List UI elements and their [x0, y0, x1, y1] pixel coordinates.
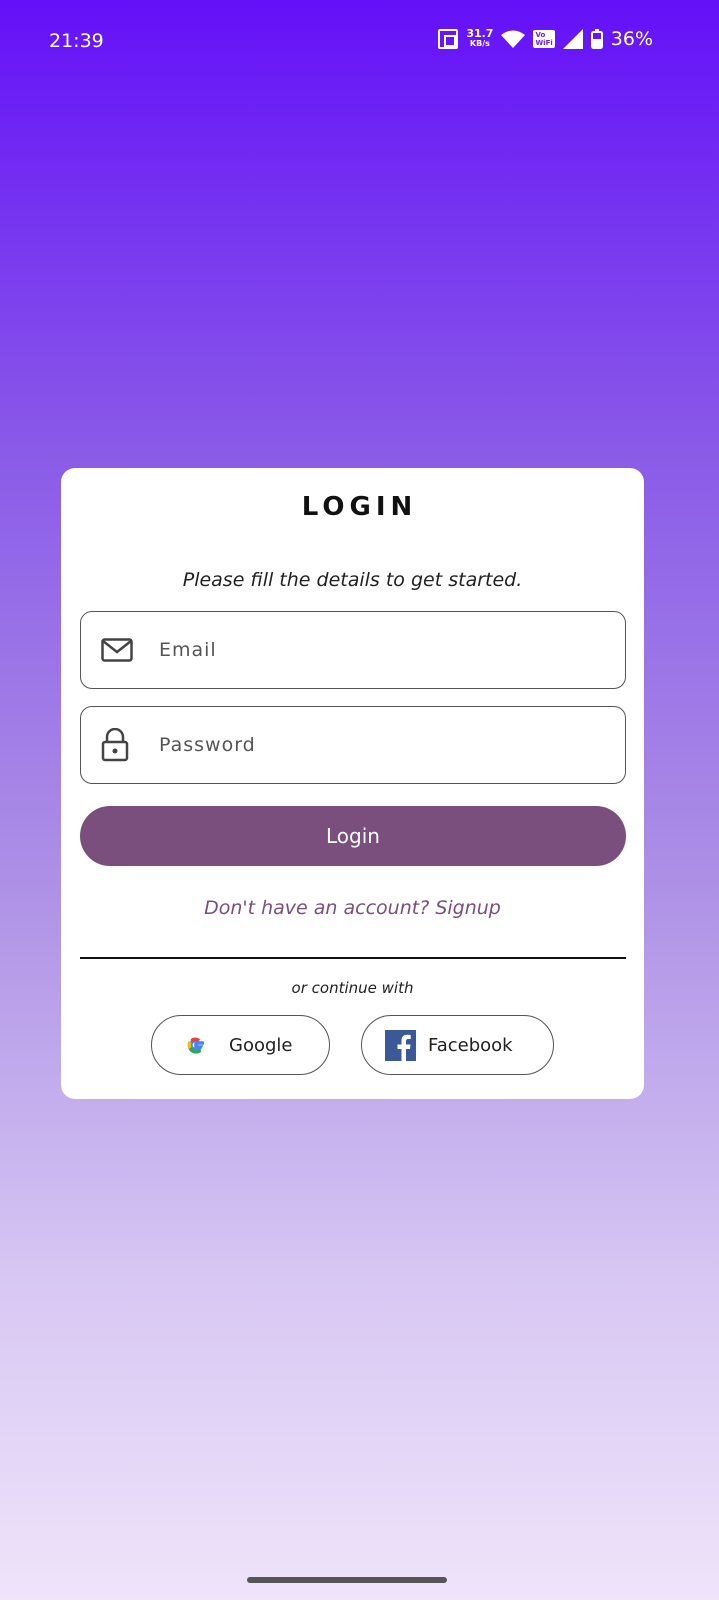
nfc-icon	[438, 29, 459, 49]
battery-percent: 36%	[610, 28, 653, 50]
page-title: LOGIN	[301, 492, 418, 522]
google-button[interactable]: Google	[151, 1015, 330, 1075]
google-icon	[187, 1037, 204, 1054]
vowifi-top: Vo	[535, 31, 546, 39]
speed-unit: KB/s	[469, 39, 490, 48]
subtitle: Please fill the details to get started.	[182, 569, 523, 591]
email-field[interactable]	[80, 611, 626, 689]
password-field[interactable]	[80, 706, 626, 784]
email-input[interactable]	[159, 639, 599, 661]
google-label: Google	[229, 1034, 293, 1056]
lock-icon	[101, 728, 129, 762]
password-input[interactable]	[159, 734, 599, 756]
vowifi-bottom: WiFi	[535, 39, 553, 47]
mail-icon	[101, 638, 133, 662]
network-speed: 31.7 KB/s	[466, 27, 494, 49]
signup-link[interactable]: Don't have an account? Signup	[61, 897, 644, 919]
status-bar: 21:39 31.7 KB/s Vo WiFi 36%	[0, 0, 719, 80]
facebook-icon	[385, 1029, 416, 1061]
home-indicator[interactable]	[247, 1577, 447, 1583]
clock: 21:39	[49, 30, 104, 52]
facebook-label: Facebook	[428, 1034, 513, 1056]
continue-with-label: or continue with	[291, 979, 414, 997]
speed-value: 31.7	[466, 27, 494, 40]
vowifi-icon: Vo WiFi	[533, 30, 555, 48]
facebook-button[interactable]: Facebook	[361, 1015, 554, 1075]
login-button[interactable]: Login	[80, 806, 626, 866]
battery-icon	[590, 29, 603, 49]
wifi-icon	[501, 30, 526, 48]
divider	[80, 957, 626, 959]
signal-icon	[562, 29, 583, 49]
